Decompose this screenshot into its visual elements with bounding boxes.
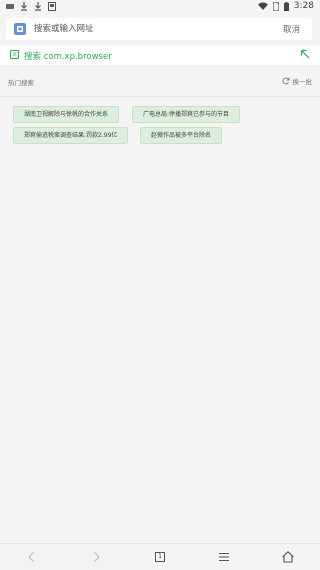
tab-count: 1 <box>155 552 165 562</box>
battery-icon <box>283 1 289 11</box>
sim-icon <box>272 1 279 11</box>
refresh-icon <box>282 77 289 85</box>
app-notification-icon <box>48 2 56 11</box>
hot-search-title: 热门搜索 <box>8 79 34 87</box>
hot-search-chip[interactable]: 湖南卫视解除与徐帆的合作关系 <box>13 106 120 123</box>
hot-search-chip[interactable]: 郑爽偷逃税案调查结果:罚款2.99亿 <box>13 127 129 144</box>
refresh-label: 换一批 <box>292 78 313 86</box>
download-icon <box>21 2 27 11</box>
bottom-navigation: 1 <box>0 543 320 570</box>
home-icon[interactable] <box>281 550 295 564</box>
fill-arrow-icon[interactable] <box>300 49 310 59</box>
hot-search-chip[interactable]: 广电总局:停播郑爽已参与的节目 <box>132 106 241 123</box>
search-bar: 取消 <box>6 18 312 40</box>
search-input[interactable] <box>34 20 234 38</box>
search-suggestion[interactable]: 搜索 com.xp.browser <box>0 45 320 65</box>
browser-logo-icon <box>14 23 26 35</box>
divider <box>0 96 320 97</box>
status-time: 3:28 <box>293 1 314 11</box>
wifi-icon <box>257 2 268 10</box>
cancel-button[interactable]: 取消 <box>283 23 300 35</box>
forward-icon[interactable] <box>89 550 103 564</box>
download-icon <box>35 2 41 11</box>
hot-search-chip[interactable]: 赵薇作品被多平台除名 <box>140 127 223 144</box>
suggestion-text: 搜索 com.xp.browser <box>24 52 112 62</box>
back-icon[interactable] <box>25 550 39 564</box>
tabs-button[interactable]: 1 <box>153 550 167 564</box>
message-icon <box>6 4 14 9</box>
notification-icons <box>6 2 56 11</box>
status-bar: 3:28 <box>0 0 320 14</box>
suggestion-search-icon <box>10 50 19 59</box>
menu-icon[interactable] <box>217 550 231 564</box>
system-icons: 3:28 <box>257 1 314 11</box>
refresh-button[interactable]: 换一批 <box>282 76 313 86</box>
